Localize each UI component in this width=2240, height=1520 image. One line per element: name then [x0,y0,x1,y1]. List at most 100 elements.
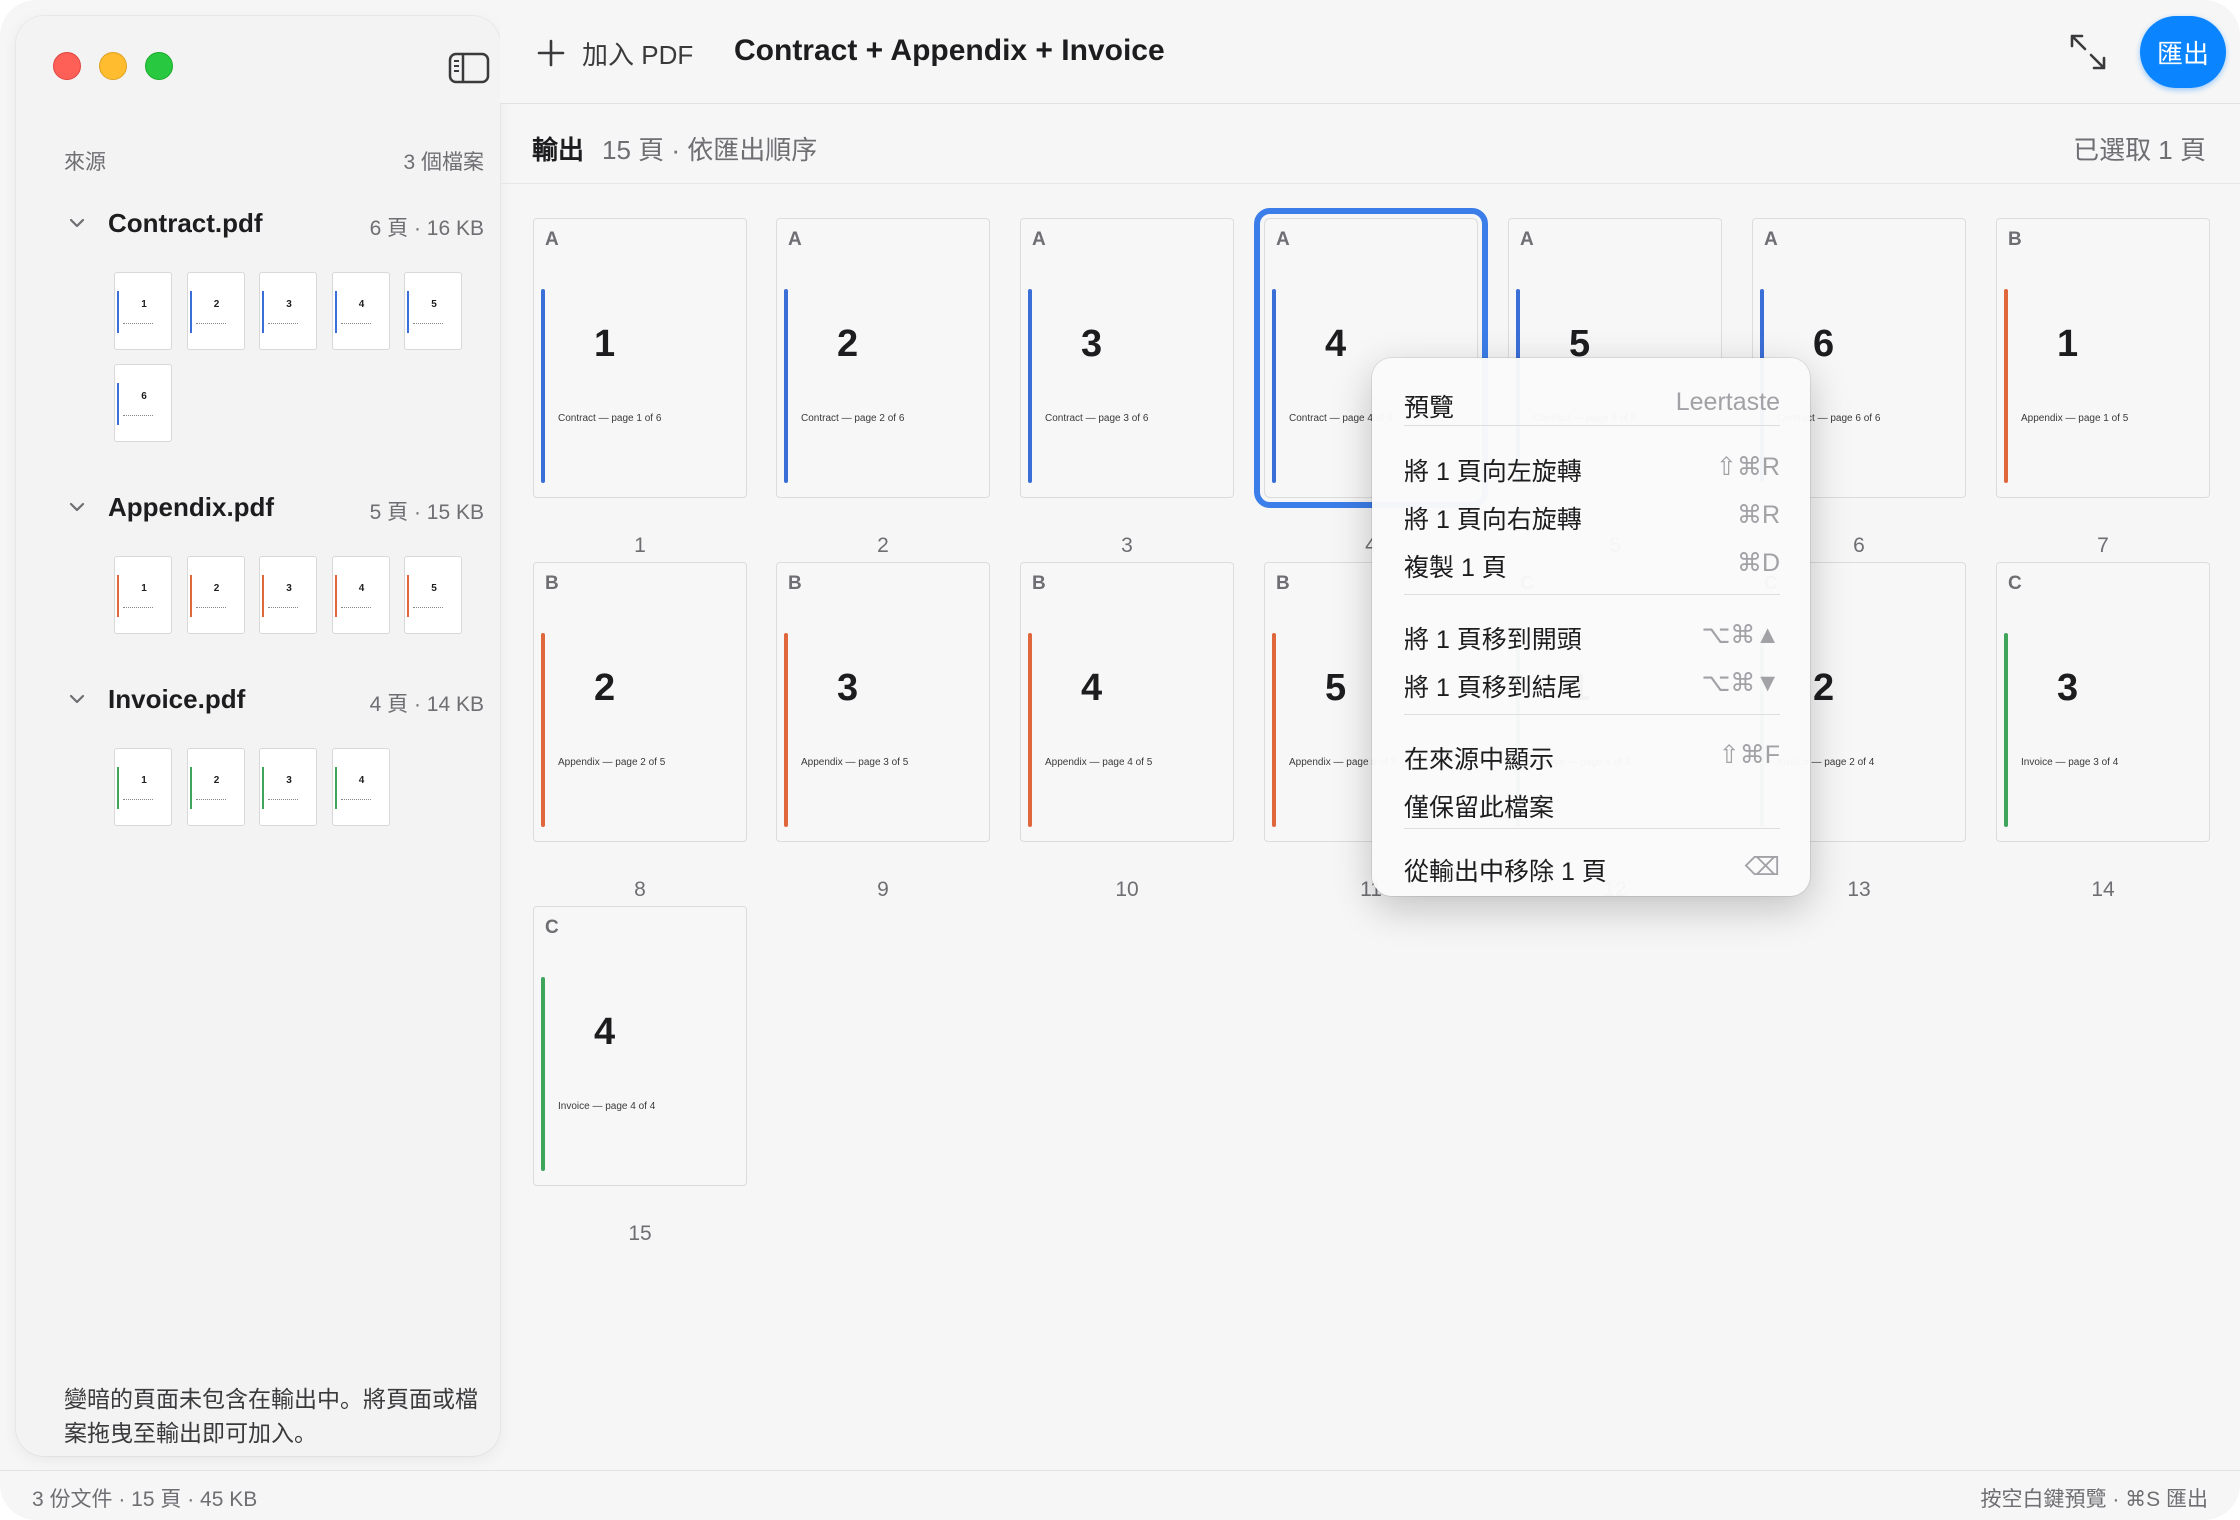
plus-icon [536,38,566,68]
color-bar [117,575,119,617]
menu-label: 將 1 頁向左旋轉 [1404,458,1582,486]
output-page-card[interactable]: A 1 Contract — page 1 of 6 [533,218,747,498]
page-color-bar [2004,633,2008,827]
source-page-thumbnail[interactable]: 3 [259,272,317,350]
menu-item-show-in-source[interactable]: 在來源中顯示 ⇧⌘F [1404,740,1780,776]
source-file-name: Contract.pdf [108,208,263,238]
page-number: 4 [594,1011,616,1053]
source-page-thumbnail[interactable]: 4 [331,272,390,350]
menu-label: 僅保留此檔案 [1404,794,1555,822]
source-file-meta: 5 頁 · 15 KB [369,501,484,524]
menu-item-preview[interactable]: 預覽 Leertaste [1404,388,1780,424]
menu-item-remove-from-output[interactable]: 從輸出中移除 1 頁 ⌫ [1404,852,1780,888]
app-window: 來源 3 個檔案 Contract.pdf 6 頁 · 16 KB 1 2 3 4 5 6 Ap… [0,0,2240,1520]
source-page-thumbnail[interactable]: 2 [186,272,245,350]
page-number: 3 [1081,323,1103,365]
color-bar [262,767,264,809]
output-page-card[interactable]: B 3 Appendix — page 3 of 5 [776,562,990,842]
output-label: 輸出 [532,135,585,165]
source-file-name: Appendix.pdf [108,492,275,522]
color-bar [189,767,192,809]
menu-label: 將 1 頁移到結尾 [1404,674,1582,702]
source-file-row[interactable]: Contract.pdf 6 頁 · 16 KB [64,204,484,244]
page-caption: Contract — page 2 of 6 [801,413,905,424]
source-page-thumbnail[interactable]: 1 [114,748,172,826]
page-caption: Contract — page 3 of 6 [1045,413,1149,424]
chevron-down-icon[interactable] [68,498,86,516]
minimize-window-button[interactable] [99,52,127,80]
source-header: 來源 3 個檔案 [64,146,484,176]
thumbnail-number: 1 [141,299,147,310]
page-source-tag: B [2008,229,2022,250]
source-file-row[interactable]: Invoice.pdf 4 頁 · 14 KB [64,680,484,720]
thumbnail-text-line [123,799,153,801]
source-page-thumbnail[interactable]: 3 [259,556,317,634]
source-page-thumbnail[interactable]: 4 [331,748,390,826]
menu-item-keep-file-only[interactable]: 僅保留此檔案 [1404,788,1780,824]
page-number: 3 [2057,667,2079,709]
status-bar: 3 份文件 · 15 頁 · 45 KB 按空白鍵預覽 · ⌘S 匯出 [0,1470,2240,1520]
page-caption: Appendix — page 2 of 5 [558,757,666,768]
sidebar: 來源 3 個檔案 Contract.pdf 6 頁 · 16 KB 1 2 3 4 5 6 Ap… [16,16,500,1456]
add-pdf-button[interactable]: 加入 PDF [536,34,693,72]
thumbnail-number: 3 [286,299,292,310]
output-page-card[interactable]: A 2 Contract — page 2 of 6 [776,218,990,498]
menu-item-move-to-start[interactable]: 將 1 頁移到開頭 ⌥⌘▲ [1404,620,1780,656]
menu-item-move-to-end[interactable]: 將 1 頁移到結尾 ⌥⌘▼ [1404,668,1780,704]
source-file-group: Contract.pdf 6 頁 · 16 KB 1 2 3 4 5 6 [64,204,484,442]
expand-icon[interactable] [2066,30,2110,74]
output-page-card[interactable]: A 3 Contract — page 3 of 6 [1020,218,1234,498]
export-button[interactable]: 匯出 [2140,16,2226,88]
source-page-thumbnail[interactable]: 2 [186,748,245,826]
color-bar [334,767,337,809]
page-number: 5 [1325,667,1347,709]
page-number: 2 [837,323,859,365]
menu-label: 從輸出中移除 1 頁 [1404,858,1607,886]
output-page-card[interactable]: B 1 Appendix — page 1 of 5 [1996,218,2210,498]
output-page-card[interactable]: C 3 Invoice — page 3 of 4 [1996,562,2210,842]
source-file-row[interactable]: Appendix.pdf 5 頁 · 15 KB [64,488,484,528]
source-page-thumbnail[interactable]: 1 [114,556,172,634]
page-number: 6 [1813,323,1835,365]
source-page-thumbnail[interactable]: 4 [331,556,390,634]
source-file-group: Invoice.pdf 4 頁 · 14 KB 1 2 3 4 [64,680,484,826]
chevron-down-icon[interactable] [68,214,86,232]
page-source-tag: C [545,917,559,938]
thumbnail-number: 6 [141,391,147,402]
document-title: Contract + Appendix + Invoice [734,34,1165,67]
add-pdf-label: 加入 PDF [582,39,694,70]
source-page-thumbnail[interactable]: 5 [404,272,462,350]
page-position-label: 10 [1115,878,1139,901]
page-number: 1 [2057,323,2079,365]
chevron-down-icon[interactable] [68,690,86,708]
source-page-thumbnail[interactable]: 2 [186,556,245,634]
status-summary: 3 份文件 · 15 頁 · 45 KB [32,1488,258,1511]
thumbnail-text-line [123,323,153,325]
menu-item-rotate-right[interactable]: 將 1 頁向右旋轉 ⌘R [1404,500,1780,536]
page-source-tag: A [1032,229,1046,250]
page-position-label: 15 [628,1222,652,1245]
page-color-bar [784,289,788,483]
source-page-thumbnail[interactable]: 3 [259,748,317,826]
menu-item-duplicate[interactable]: 複製 1 頁 ⌘D [1404,548,1780,584]
toolbar: 加入 PDF Contract + Appendix + Invoice 匯出 [500,0,2240,104]
sidebar-toggle-icon[interactable] [448,52,490,84]
page-source-tag: B [545,573,559,594]
menu-item-rotate-left[interactable]: 將 1 頁向左旋轉 ⇧⌘R [1404,452,1780,488]
output-page-card[interactable]: B 4 Appendix — page 4 of 5 [1020,562,1234,842]
output-page-card[interactable]: B 2 Appendix — page 2 of 5 [533,562,747,842]
zoom-window-button[interactable] [145,52,173,80]
thumbnail-text-line [268,323,298,325]
menu-shortcut: ⌘D [1736,549,1780,577]
output-page-card[interactable]: C 4 Invoice — page 4 of 4 [533,906,747,1186]
thumbnail-number: 4 [358,583,365,594]
source-page-thumbnail[interactable]: 5 [404,556,462,634]
menu-label: 在來源中顯示 [1404,746,1555,774]
source-page-thumbnail[interactable]: 1 [114,272,172,350]
thumbnail-text-line [413,323,443,325]
thumbnail-text-line [268,607,298,609]
source-file-meta: 6 頁 · 16 KB [369,217,484,240]
page-color-bar [1272,289,1276,483]
close-window-button[interactable] [53,52,81,80]
source-page-thumbnail[interactable]: 6 [114,364,172,442]
